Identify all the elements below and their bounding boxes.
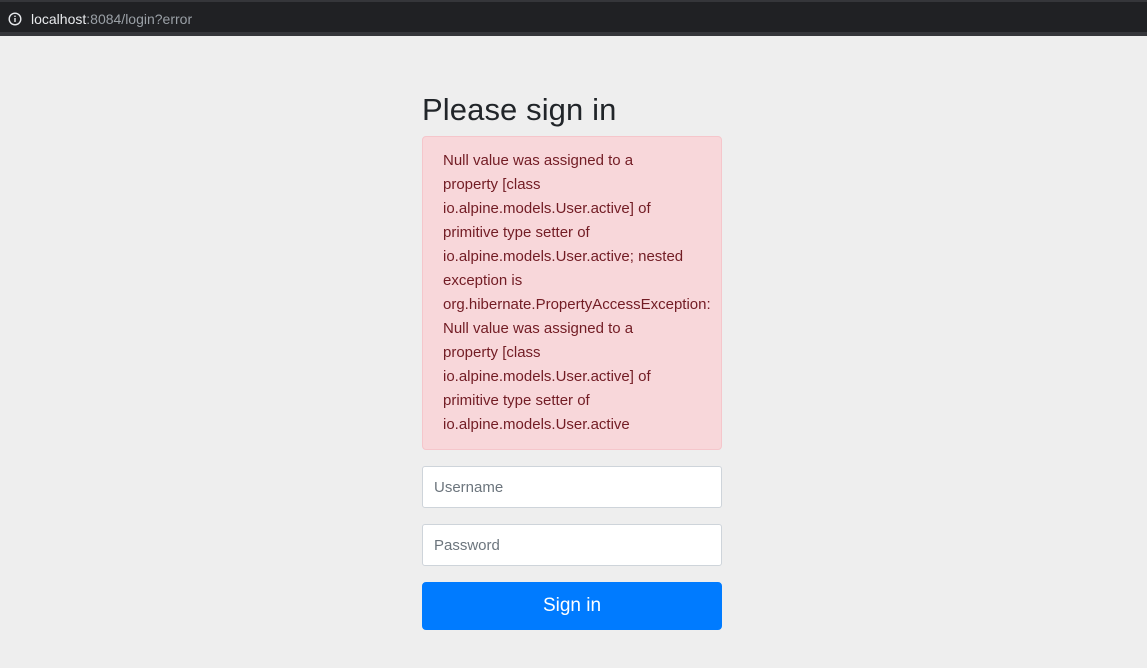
info-circle-icon[interactable] <box>8 12 22 26</box>
sign-in-button[interactable]: Sign in <box>422 582 722 630</box>
url-text[interactable]: localhost:8084/login?error <box>31 10 192 28</box>
omnibox[interactable]: localhost:8084/login?error <box>0 2 1147 32</box>
browser-address-bar: localhost:8084/login?error <box>0 0 1147 36</box>
error-alert: Null value was assigned to a property [c… <box>422 136 722 450</box>
username-input[interactable] <box>422 466 722 508</box>
error-message: Null value was assigned to a property [c… <box>443 152 711 433</box>
login-form: Please sign in Null value was assigned t… <box>422 88 722 630</box>
password-input[interactable] <box>422 524 722 566</box>
url-path: :8084/login?error <box>86 11 193 27</box>
url-host: localhost <box>31 11 87 27</box>
page-title: Please sign in <box>422 92 617 127</box>
